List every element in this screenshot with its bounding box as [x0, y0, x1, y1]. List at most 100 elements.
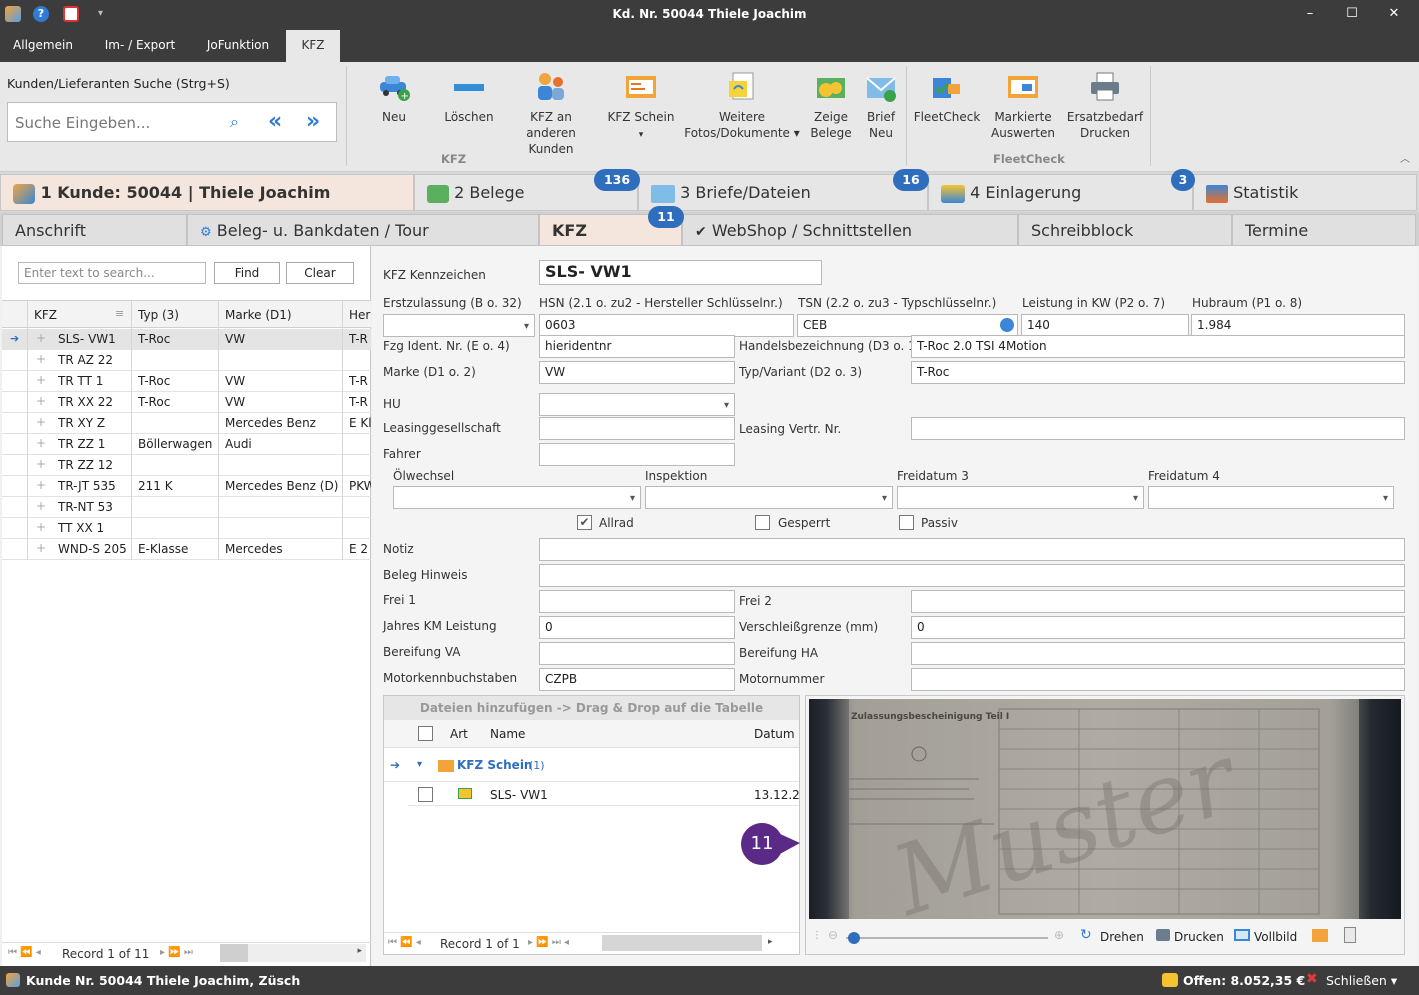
tab-briefe[interactable]: 3 Briefe/Dateien: [638, 174, 928, 211]
table-row[interactable]: + WND-S 205 E-Klasse Mercedes E 2: [2, 539, 371, 560]
inspektion-field[interactable]: [645, 486, 893, 509]
oelwechsel-field[interactable]: [393, 486, 641, 509]
grid-search-input[interactable]: Enter text to search...: [18, 262, 206, 284]
table-row[interactable]: + TR ZZ 12: [2, 455, 371, 476]
rotate-button[interactable]: Drehen: [1100, 930, 1144, 944]
tab-anschrift[interactable]: Anschrift: [2, 214, 187, 246]
kennzeichen-field[interactable]: SLS- VW1: [539, 260, 822, 285]
zeige-belege-button[interactable]: Zeige Belege: [808, 70, 854, 141]
document-preview[interactable]: Zulassungsbescheinigung Teil I Muster: [809, 699, 1401, 919]
schliessen-button[interactable]: Schließen ▾: [1326, 973, 1397, 988]
pager-nav-icon[interactable]: ▸ ⏩ ⏭ ◂: [528, 937, 569, 948]
tab-allgemein[interactable]: Allgemein: [0, 30, 86, 62]
table-row[interactable]: + TT XX 1: [2, 518, 371, 539]
markierte-auswerten-button[interactable]: Markierte Auswerten: [988, 70, 1058, 141]
clipboard-icon[interactable]: [1344, 927, 1356, 943]
erstzulassung-field[interactable]: [383, 314, 535, 337]
fullscreen-icon[interactable]: [1234, 929, 1250, 941]
motorkenn-field[interactable]: CZPB: [539, 668, 735, 691]
next-icon[interactable]: »: [306, 109, 320, 134]
column-marke[interactable]: Marke (D1): [225, 308, 292, 322]
marke-field[interactable]: VW: [539, 361, 735, 384]
jahreskm-field[interactable]: 0: [539, 616, 735, 639]
previous-icon[interactable]: «: [268, 109, 282, 134]
expand-plus-icon[interactable]: +: [36, 499, 46, 513]
freidatum4-field[interactable]: [1148, 486, 1394, 509]
handelsbezeichnung-field[interactable]: T-Roc 2.0 TSI 4Motion: [911, 335, 1405, 358]
find-button[interactable]: Find: [214, 262, 280, 284]
beleghinweis-field[interactable]: [539, 564, 1405, 587]
tab-jofunktion[interactable]: JoFunktion: [196, 30, 280, 62]
zoom-out-icon[interactable]: ⊖: [828, 928, 838, 942]
table-row[interactable]: + TR-NT 53: [2, 497, 371, 518]
dropzone[interactable]: Dateien hinzufügen -> Drag & Drop auf di…: [384, 696, 799, 720]
fahrer-field[interactable]: [539, 443, 735, 466]
tab-webshop[interactable]: ✔ WebShop / Schnittstellen: [682, 214, 1018, 246]
fullscreen-button[interactable]: Vollbild: [1254, 930, 1297, 944]
tab-statistik[interactable]: Statistik: [1193, 174, 1417, 211]
fleetcheck-button[interactable]: FleetCheck: [912, 70, 982, 125]
file-group-row[interactable]: ➔ ▾ KFZ Schein (1): [384, 752, 799, 782]
table-row[interactable]: + TR AZ 22: [2, 350, 371, 371]
column-datum[interactable]: Datum: [754, 727, 795, 741]
table-row[interactable]: + TR-JT 535 211 K Mercedes Benz (D) PKW: [2, 476, 371, 497]
file-row[interactable]: SLS- VW1 13.12.2: [408, 784, 799, 806]
tab-kfz[interactable]: KFZ: [286, 30, 340, 62]
scroll-right-icon[interactable]: ▸: [768, 937, 773, 947]
close-button[interactable]: ✕: [1374, 0, 1414, 30]
horizontal-scrollbar[interactable]: [602, 935, 762, 951]
tab-beleg-bankdaten[interactable]: ⚙ Beleg- u. Bankdaten / Tour: [187, 214, 539, 246]
leasinggesellschaft-field[interactable]: [539, 417, 735, 440]
print-button[interactable]: Drucken: [1174, 930, 1224, 944]
bereifung-ha-field[interactable]: [911, 642, 1405, 665]
collapse-ribbon-icon[interactable]: ︿: [1400, 150, 1410, 165]
expand-plus-icon[interactable]: +: [36, 331, 46, 345]
gesperrt-checkbox[interactable]: [755, 515, 770, 530]
verschleiss-field[interactable]: 0: [911, 616, 1405, 639]
hu-field[interactable]: [539, 393, 735, 416]
expand-plus-icon[interactable]: +: [36, 457, 46, 471]
sort-icon[interactable]: ≡: [115, 307, 124, 320]
column-name[interactable]: Name: [490, 727, 525, 741]
leistung-field[interactable]: 140: [1021, 314, 1189, 337]
table-row[interactable]: + TR ZZ 1 Böllerwagen Audi: [2, 434, 371, 455]
tab-import-export[interactable]: Im- / Export: [92, 30, 188, 62]
expand-plus-icon[interactable]: +: [36, 394, 46, 408]
tab-einlagerung[interactable]: 4 Einlagerung: [928, 174, 1193, 211]
tab-schreibblock[interactable]: Schreibblock: [1018, 214, 1232, 246]
file-checkbox[interactable]: [418, 787, 433, 802]
printer-icon[interactable]: [1156, 929, 1170, 941]
weitere-fotos-button[interactable]: Weitere Fotos/Dokumente ▾: [684, 70, 800, 141]
ersatzbedarf-drucken-button[interactable]: Ersatzbedarf Drucken: [1064, 70, 1146, 141]
select-all-checkbox[interactable]: [418, 726, 433, 741]
table-row[interactable]: + TR TT 1 T-Roc VW T-R: [2, 371, 371, 392]
tab-kunde[interactable]: 1 Kunde: 50044 | Thiele Joachim: [0, 174, 414, 211]
open-folder-icon[interactable]: [1312, 929, 1328, 942]
table-row[interactable]: + TR XY Z Mercedes Benz E Kl: [2, 413, 371, 434]
table-row[interactable]: + TR XX 22 T-Roc VW T-R: [2, 392, 371, 413]
expand-plus-icon[interactable]: +: [36, 541, 46, 555]
pager-nav-icon[interactable]: ⏮ ⏪ ◂: [388, 937, 421, 948]
expand-plus-icon[interactable]: +: [36, 520, 46, 534]
freidatum3-field[interactable]: [897, 486, 1144, 509]
zoom-slider[interactable]: [846, 932, 1048, 944]
brief-neu-button[interactable]: Brief Neu: [860, 70, 902, 141]
passiv-checkbox[interactable]: [899, 515, 914, 530]
expand-chevron-icon[interactable]: ▾: [417, 759, 422, 770]
horizontal-scrollbar[interactable]: ▸: [220, 944, 366, 962]
column-typ[interactable]: Typ (3): [138, 308, 179, 322]
column-hersteller[interactable]: Her: [349, 308, 371, 322]
kfz-an-kunden-button[interactable]: KFZ an anderen Kunden: [504, 70, 598, 157]
hubraum-field[interactable]: 1.984: [1191, 314, 1405, 337]
fzg-ident-field[interactable]: hieridentnr: [539, 335, 735, 358]
pager-nav-icon[interactable]: ⏮ ⏪ ◂: [8, 947, 41, 958]
minimize-button[interactable]: –: [1290, 0, 1330, 30]
tab-termine[interactable]: Termine: [1232, 214, 1416, 246]
bereifung-va-field[interactable]: [539, 642, 735, 665]
column-art[interactable]: Art: [450, 727, 468, 741]
clear-button[interactable]: Clear: [286, 262, 354, 284]
customer-search-input[interactable]: Suche Eingeben... ⌕ « »: [7, 102, 337, 142]
globe-icon[interactable]: [1000, 318, 1014, 332]
expand-plus-icon[interactable]: +: [36, 436, 46, 450]
expand-plus-icon[interactable]: +: [36, 478, 46, 492]
